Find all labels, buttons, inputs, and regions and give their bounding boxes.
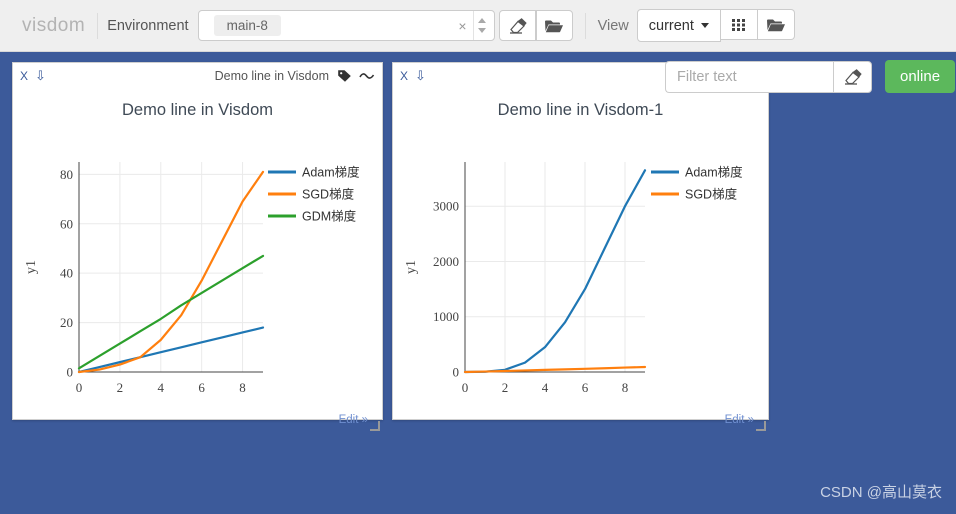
svg-text:2000: 2000 <box>433 254 459 269</box>
svg-text:0: 0 <box>453 365 460 380</box>
svg-text:60: 60 <box>60 216 73 231</box>
svg-text:0: 0 <box>462 380 469 395</box>
plot-panel-1[interactable]: X ⇩ Demo line in Visdom Demo line in Vis… <box>12 62 383 431</box>
svg-text:80: 80 <box>60 167 73 182</box>
svg-text:y1: y1 <box>24 260 39 274</box>
view-select[interactable]: current <box>636 9 721 42</box>
chart-title-1: Demo line in Visdom <box>121 101 273 119</box>
status-badge[interactable]: online <box>885 60 956 93</box>
eraser-icon <box>509 18 527 34</box>
environment-select[interactable]: main-8 × <box>197 10 495 41</box>
watermark: CSDN @高山莫衣 <box>820 484 942 501</box>
svg-text:4: 4 <box>158 380 165 395</box>
svg-text:8: 8 <box>622 380 629 395</box>
svg-text:Adam梯度: Adam梯度 <box>685 165 743 180</box>
tag-icon[interactable] <box>337 69 352 83</box>
svg-text:y1: y1 <box>404 260 419 274</box>
svg-text:20: 20 <box>60 315 73 330</box>
top-toolbar: visdom Environment main-8 × View current <box>0 0 956 52</box>
environment-tag[interactable]: main-8 <box>213 15 281 36</box>
resize-handle[interactable] <box>756 421 766 431</box>
environment-actions <box>498 10 573 41</box>
svg-text:8: 8 <box>239 380 246 395</box>
filter-input[interactable] <box>665 60 833 93</box>
view-label: View <box>597 17 629 34</box>
environment-label: Environment <box>107 17 189 34</box>
eraser-icon <box>845 69 862 85</box>
folder-icon <box>545 20 564 32</box>
svg-text:1000: 1000 <box>433 309 459 324</box>
wave-icon[interactable] <box>359 71 375 81</box>
plot-panel-2[interactable]: X ⇩ Demo line in Demo line in Visdom-1 0… <box>392 62 769 431</box>
svg-text:0: 0 <box>67 365 74 380</box>
edit-link[interactable]: Edit » <box>725 414 754 426</box>
plot-area-2[interactable]: Demo line in Visdom-1 0 1000 2000 3000 0 2 4 6 8… <box>393 101 768 433</box>
svg-text:SGD梯度: SGD梯度 <box>302 187 355 202</box>
svg-text:Adam梯度: Adam梯度 <box>302 165 360 180</box>
chevron-up-icon[interactable] <box>477 18 486 23</box>
download-icon[interactable]: ⇩ <box>35 68 46 84</box>
clear-filter-button[interactable] <box>833 60 872 93</box>
close-icon[interactable]: X <box>20 69 28 83</box>
folder-icon <box>766 19 785 31</box>
edit-link[interactable]: Edit » <box>339 414 368 426</box>
clear-environment-button[interactable] <box>498 10 536 41</box>
svg-text:3000: 3000 <box>433 199 459 214</box>
svg-text:2: 2 <box>502 380 509 395</box>
close-icon[interactable]: × <box>452 19 472 33</box>
environment-stepper[interactable] <box>472 11 490 40</box>
svg-text:6: 6 <box>198 380 205 395</box>
chart-title-2: Demo line in Visdom-1 <box>497 101 664 119</box>
open-environment-button[interactable] <box>535 10 573 41</box>
view-grid-button[interactable] <box>720 9 758 40</box>
plot-area-1[interactable]: Demo line in Visdom 02040608002468y1x1Ad… <box>13 101 382 433</box>
chevron-down-icon <box>700 23 709 28</box>
svg-text:GDM梯度: GDM梯度 <box>302 209 357 224</box>
view-folder-button[interactable] <box>757 9 795 40</box>
filter-bar: online <box>665 60 956 93</box>
panel-header-actions: X ⇩ <box>20 68 46 84</box>
panel-title: Demo line in Visdom <box>214 68 329 83</box>
panel-header: X ⇩ Demo line in Visdom <box>13 63 382 85</box>
svg-text:SGD梯度: SGD梯度 <box>685 187 738 202</box>
svg-text:0: 0 <box>76 380 83 395</box>
grid-icon <box>732 19 746 31</box>
svg-text:4: 4 <box>542 380 549 395</box>
panel-header-actions: X ⇩ <box>400 68 426 84</box>
panel-header-icons <box>337 69 375 83</box>
svg-text:2: 2 <box>117 380 124 395</box>
download-icon[interactable]: ⇩ <box>415 68 426 84</box>
line-chart-2[interactable]: 010002000300002468y1x1Adam梯度SGD梯度 <box>393 120 768 410</box>
svg-text:6: 6 <box>582 380 589 395</box>
chevron-down-icon[interactable] <box>477 28 486 33</box>
line-chart-1[interactable]: 02040608002468y1x1Adam梯度SGD梯度GDM梯度 <box>13 120 382 410</box>
resize-handle[interactable] <box>370 421 380 431</box>
close-icon[interactable]: X <box>400 69 408 83</box>
app-logo: visdom <box>22 14 86 36</box>
view-select-value: current <box>648 17 694 34</box>
svg-text:40: 40 <box>60 266 73 281</box>
